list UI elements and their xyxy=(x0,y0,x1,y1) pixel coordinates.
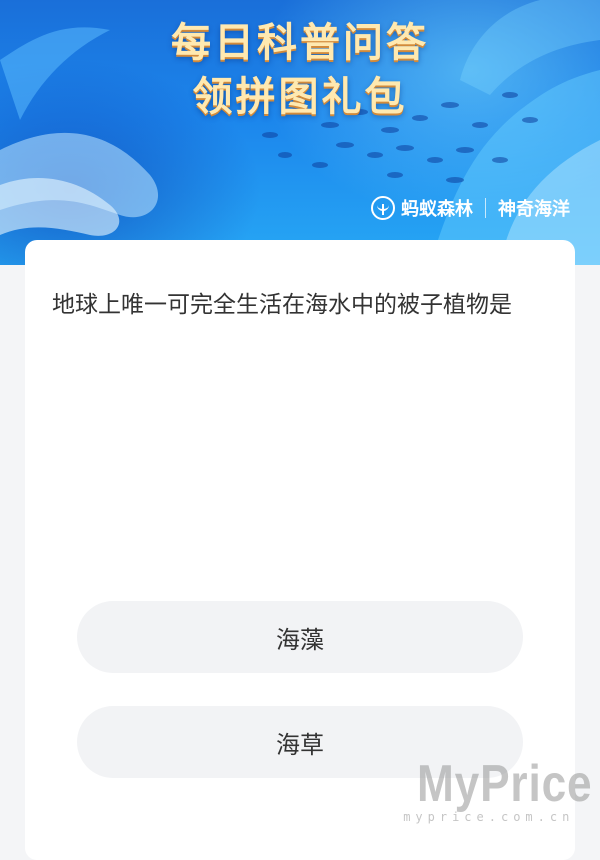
question-text: 地球上唯一可完全生活在海水中的被子植物是 xyxy=(52,292,512,318)
brand-tagline: 神奇海洋 xyxy=(498,199,570,220)
answer-option-1[interactable]: 海藻 xyxy=(77,601,523,673)
banner-title-line2: 领拼图礼包 xyxy=(192,74,408,120)
banner-title-line1: 每日科普问答 xyxy=(171,20,429,66)
answer-option-label: 海藻 xyxy=(276,625,324,654)
watermark: MyPrice myprice.com.cn xyxy=(386,754,592,824)
brand-name: 蚂蚁森林 xyxy=(401,199,473,220)
brand-tag: 蚂蚁森林 神奇海洋 xyxy=(371,193,570,223)
answer-option-label: 海草 xyxy=(276,730,324,759)
ant-forest-logo-icon xyxy=(371,196,395,220)
header-banner: 每日科普问答 领拼图礼包 蚂蚁森林 神奇海洋 xyxy=(0,0,600,265)
brand-divider xyxy=(485,198,486,218)
watermark-logo: MyPrice xyxy=(416,755,592,813)
